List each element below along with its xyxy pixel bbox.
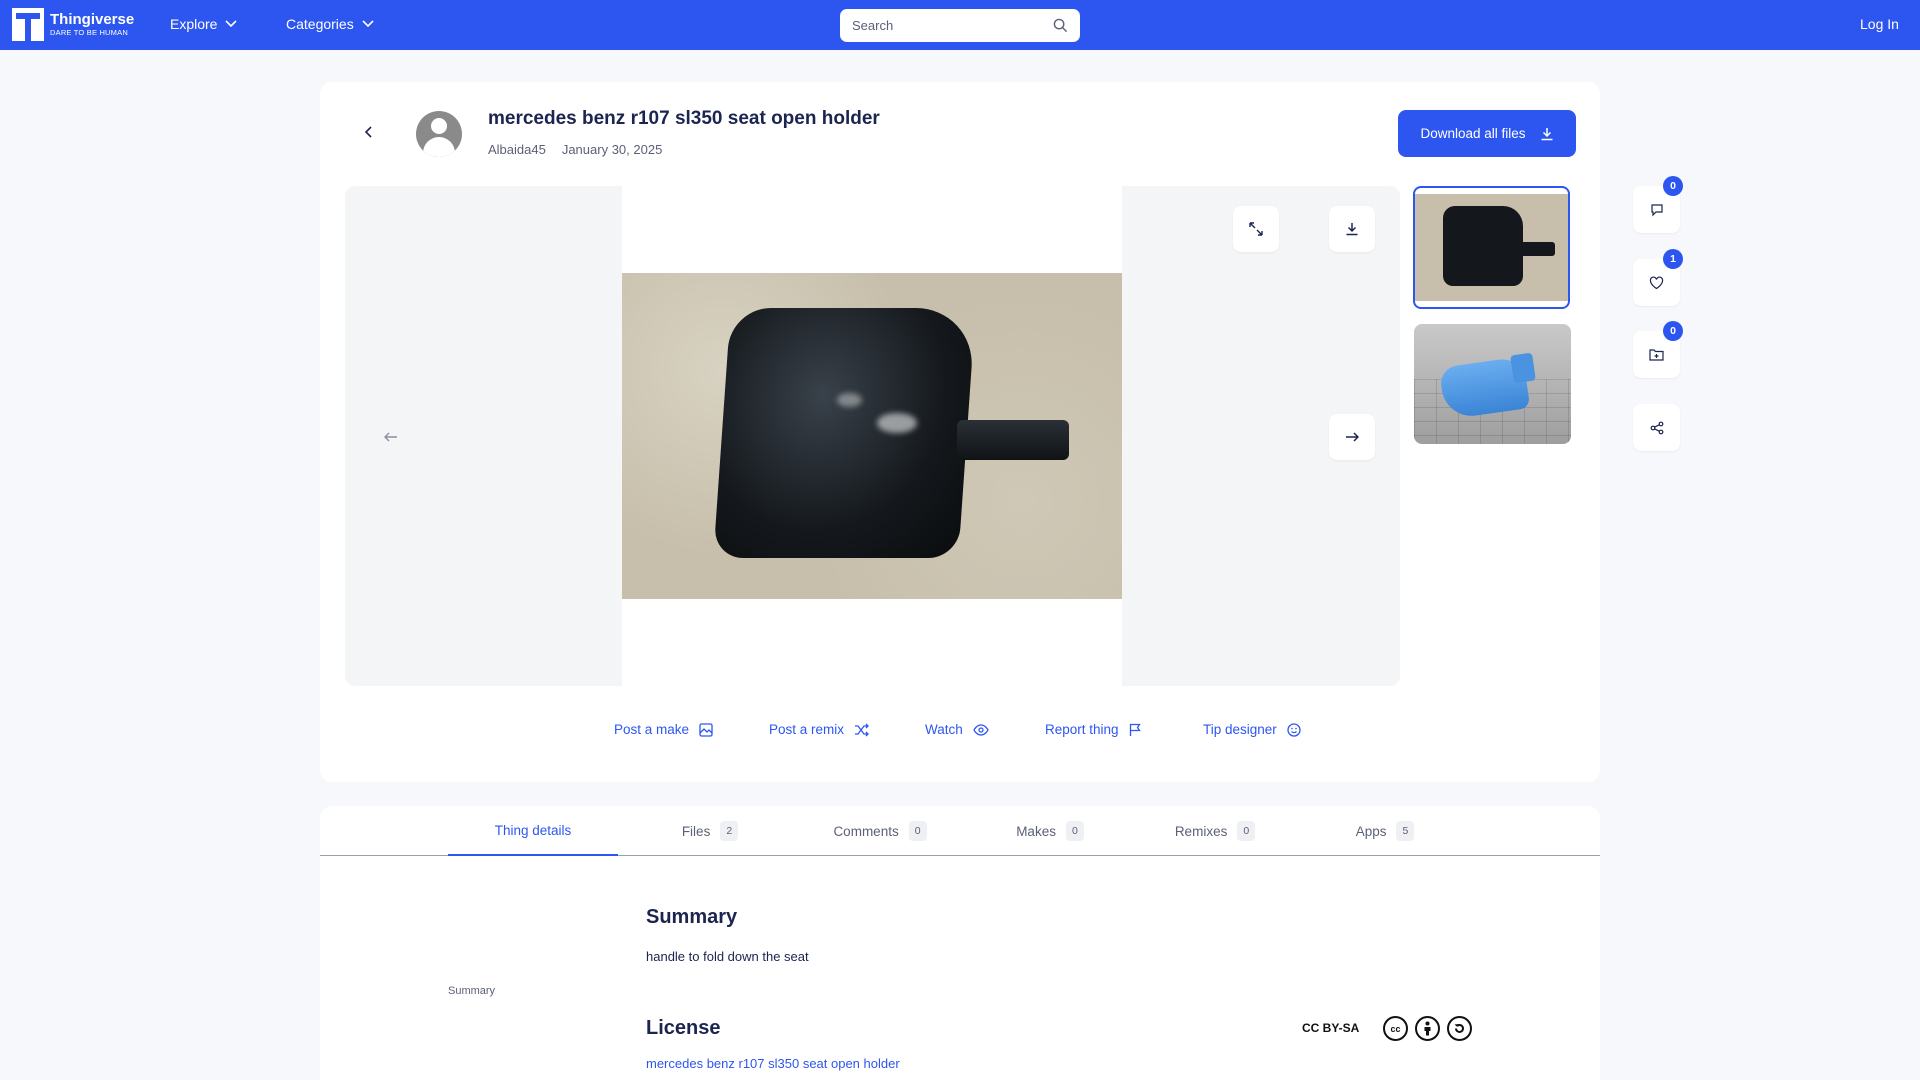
smile-icon <box>1287 722 1301 737</box>
avatar[interactable] <box>416 111 462 157</box>
flag-icon <box>1129 723 1141 736</box>
license-thing-link[interactable]: mercedes benz r107 sl350 seat open holde… <box>646 1056 900 1071</box>
tab-count-badge: 5 <box>1396 821 1415 841</box>
tab-count-badge: 2 <box>720 821 739 841</box>
arrow-left-icon <box>384 432 397 442</box>
publish-date: January 30, 2025 <box>561 142 663 157</box>
share-icon <box>1650 421 1663 434</box>
folder-add-icon <box>1649 349 1664 361</box>
image-gallery <box>345 186 1400 686</box>
previous-image-button[interactable] <box>383 429 399 445</box>
thumbnail-2[interactable] <box>1414 324 1571 444</box>
comments-rail-button[interactable]: 0 <box>1633 176 1683 233</box>
search-box <box>840 9 1080 42</box>
search-icon[interactable] <box>1053 18 1068 33</box>
arrow-right-icon <box>1346 432 1359 442</box>
post-make-button[interactable]: Post a make <box>614 722 713 737</box>
download-icon <box>1541 127 1553 140</box>
tab-apps[interactable]: Apps 5 <box>1330 806 1440 856</box>
next-image-button[interactable] <box>1329 414 1375 460</box>
search-input[interactable] <box>852 18 1053 33</box>
tab-remixes[interactable]: Remixes 0 <box>1150 806 1280 856</box>
likes-count-badge: 1 <box>1663 249 1683 269</box>
collect-rail-button[interactable]: 0 <box>1633 321 1683 378</box>
tab-label: Apps <box>1355 823 1387 839</box>
categories-label: Categories <box>286 16 354 32</box>
tab-label: Comments <box>833 823 899 839</box>
thumbnail-1[interactable] <box>1413 186 1570 309</box>
main-image[interactable] <box>622 273 1122 599</box>
categories-menu[interactable]: Categories <box>286 16 374 32</box>
login-link[interactable]: Log In <box>1860 16 1899 32</box>
tab-comments[interactable]: Comments 0 <box>810 806 950 856</box>
report-thing-label: Report thing <box>1045 722 1119 737</box>
heart-icon <box>1649 275 1664 289</box>
watch-button[interactable]: Watch <box>925 722 989 737</box>
chevron-down-icon <box>225 20 238 28</box>
summary-text: handle to fold down the seat <box>646 949 809 964</box>
thing-actions: Post a make Post a remix Watch Report th… <box>320 722 1600 746</box>
license-type: CC BY-SA <box>1302 1021 1360 1035</box>
back-button[interactable] <box>358 122 378 142</box>
author-link[interactable]: Albaida45 <box>488 142 546 157</box>
image-icon <box>699 722 713 737</box>
tip-designer-button[interactable]: Tip designer <box>1203 722 1301 737</box>
tab-count-badge: 0 <box>1065 821 1084 841</box>
details-card: Thing details Files 2 Comments 0 Makes 0… <box>320 806 1600 1080</box>
report-thing-button[interactable]: Report thing <box>1045 722 1141 737</box>
chevron-left-icon <box>364 126 372 138</box>
brand-name: Thingiverse <box>50 11 135 28</box>
share-rail-button[interactable] <box>1633 404 1680 451</box>
download-image-button[interactable] <box>1329 206 1375 252</box>
brand-tagline: DARE TO BE HUMAN <box>50 28 128 37</box>
chevron-down-icon <box>362 20 374 28</box>
shuffle-icon <box>855 723 869 736</box>
download-all-label: Download all files <box>1420 126 1526 141</box>
tab-count-badge: 0 <box>908 821 927 841</box>
download-icon <box>1346 223 1358 236</box>
like-rail-button[interactable]: 1 <box>1633 249 1683 306</box>
thing-title: mercedes benz r107 sl350 seat open holde… <box>488 108 880 129</box>
explore-menu[interactable]: Explore <box>170 16 238 32</box>
collections-count-badge: 0 <box>1663 321 1683 341</box>
tab-bar: Thing details Files 2 Comments 0 Makes 0… <box>320 806 1600 856</box>
tab-thing-details[interactable]: Thing details <box>448 806 618 856</box>
post-remix-label: Post a remix <box>769 722 845 737</box>
expand-icon <box>1249 222 1263 236</box>
tab-label: Thing details <box>494 822 572 838</box>
explore-label: Explore <box>170 16 218 32</box>
thing-meta: Albaida45 January 30, 2025 <box>488 142 662 157</box>
thing-card: mercedes benz r107 sl350 seat open holde… <box>320 82 1600 782</box>
comments-count-badge: 0 <box>1663 176 1683 196</box>
tip-designer-label: Tip designer <box>1203 722 1277 737</box>
cc-icon: cc <box>1383 1016 1408 1041</box>
logo-icon <box>12 8 44 41</box>
post-make-label: Post a make <box>614 722 690 737</box>
thingiverse-logo[interactable]: Thingiverse DARE TO BE HUMAN <box>12 8 134 41</box>
top-navbar: Thingiverse DARE TO BE HUMAN Explore Cat… <box>0 0 1920 50</box>
tab-label: Remixes <box>1174 823 1228 839</box>
tab-label: Makes <box>1016 823 1056 839</box>
tab-count-badge: 0 <box>1237 821 1256 841</box>
license-heading: License <box>646 1017 721 1039</box>
tab-files[interactable]: Files 2 <box>650 806 770 856</box>
summary-heading: Summary <box>646 906 738 928</box>
watch-label: Watch <box>925 722 963 737</box>
fullscreen-button[interactable] <box>1233 206 1279 252</box>
post-remix-button[interactable]: Post a remix <box>769 722 869 737</box>
cc-by-icon <box>1415 1016 1440 1041</box>
cc-sa-icon <box>1447 1016 1472 1041</box>
download-all-button[interactable]: Download all files <box>1398 110 1576 157</box>
main-image-frame <box>622 186 1122 686</box>
tab-label: Files <box>681 823 711 839</box>
tab-makes[interactable]: Makes 0 <box>990 806 1110 856</box>
comment-icon <box>1650 203 1663 216</box>
side-nav-summary-link[interactable]: Summary <box>448 985 495 997</box>
eye-icon <box>973 723 989 736</box>
